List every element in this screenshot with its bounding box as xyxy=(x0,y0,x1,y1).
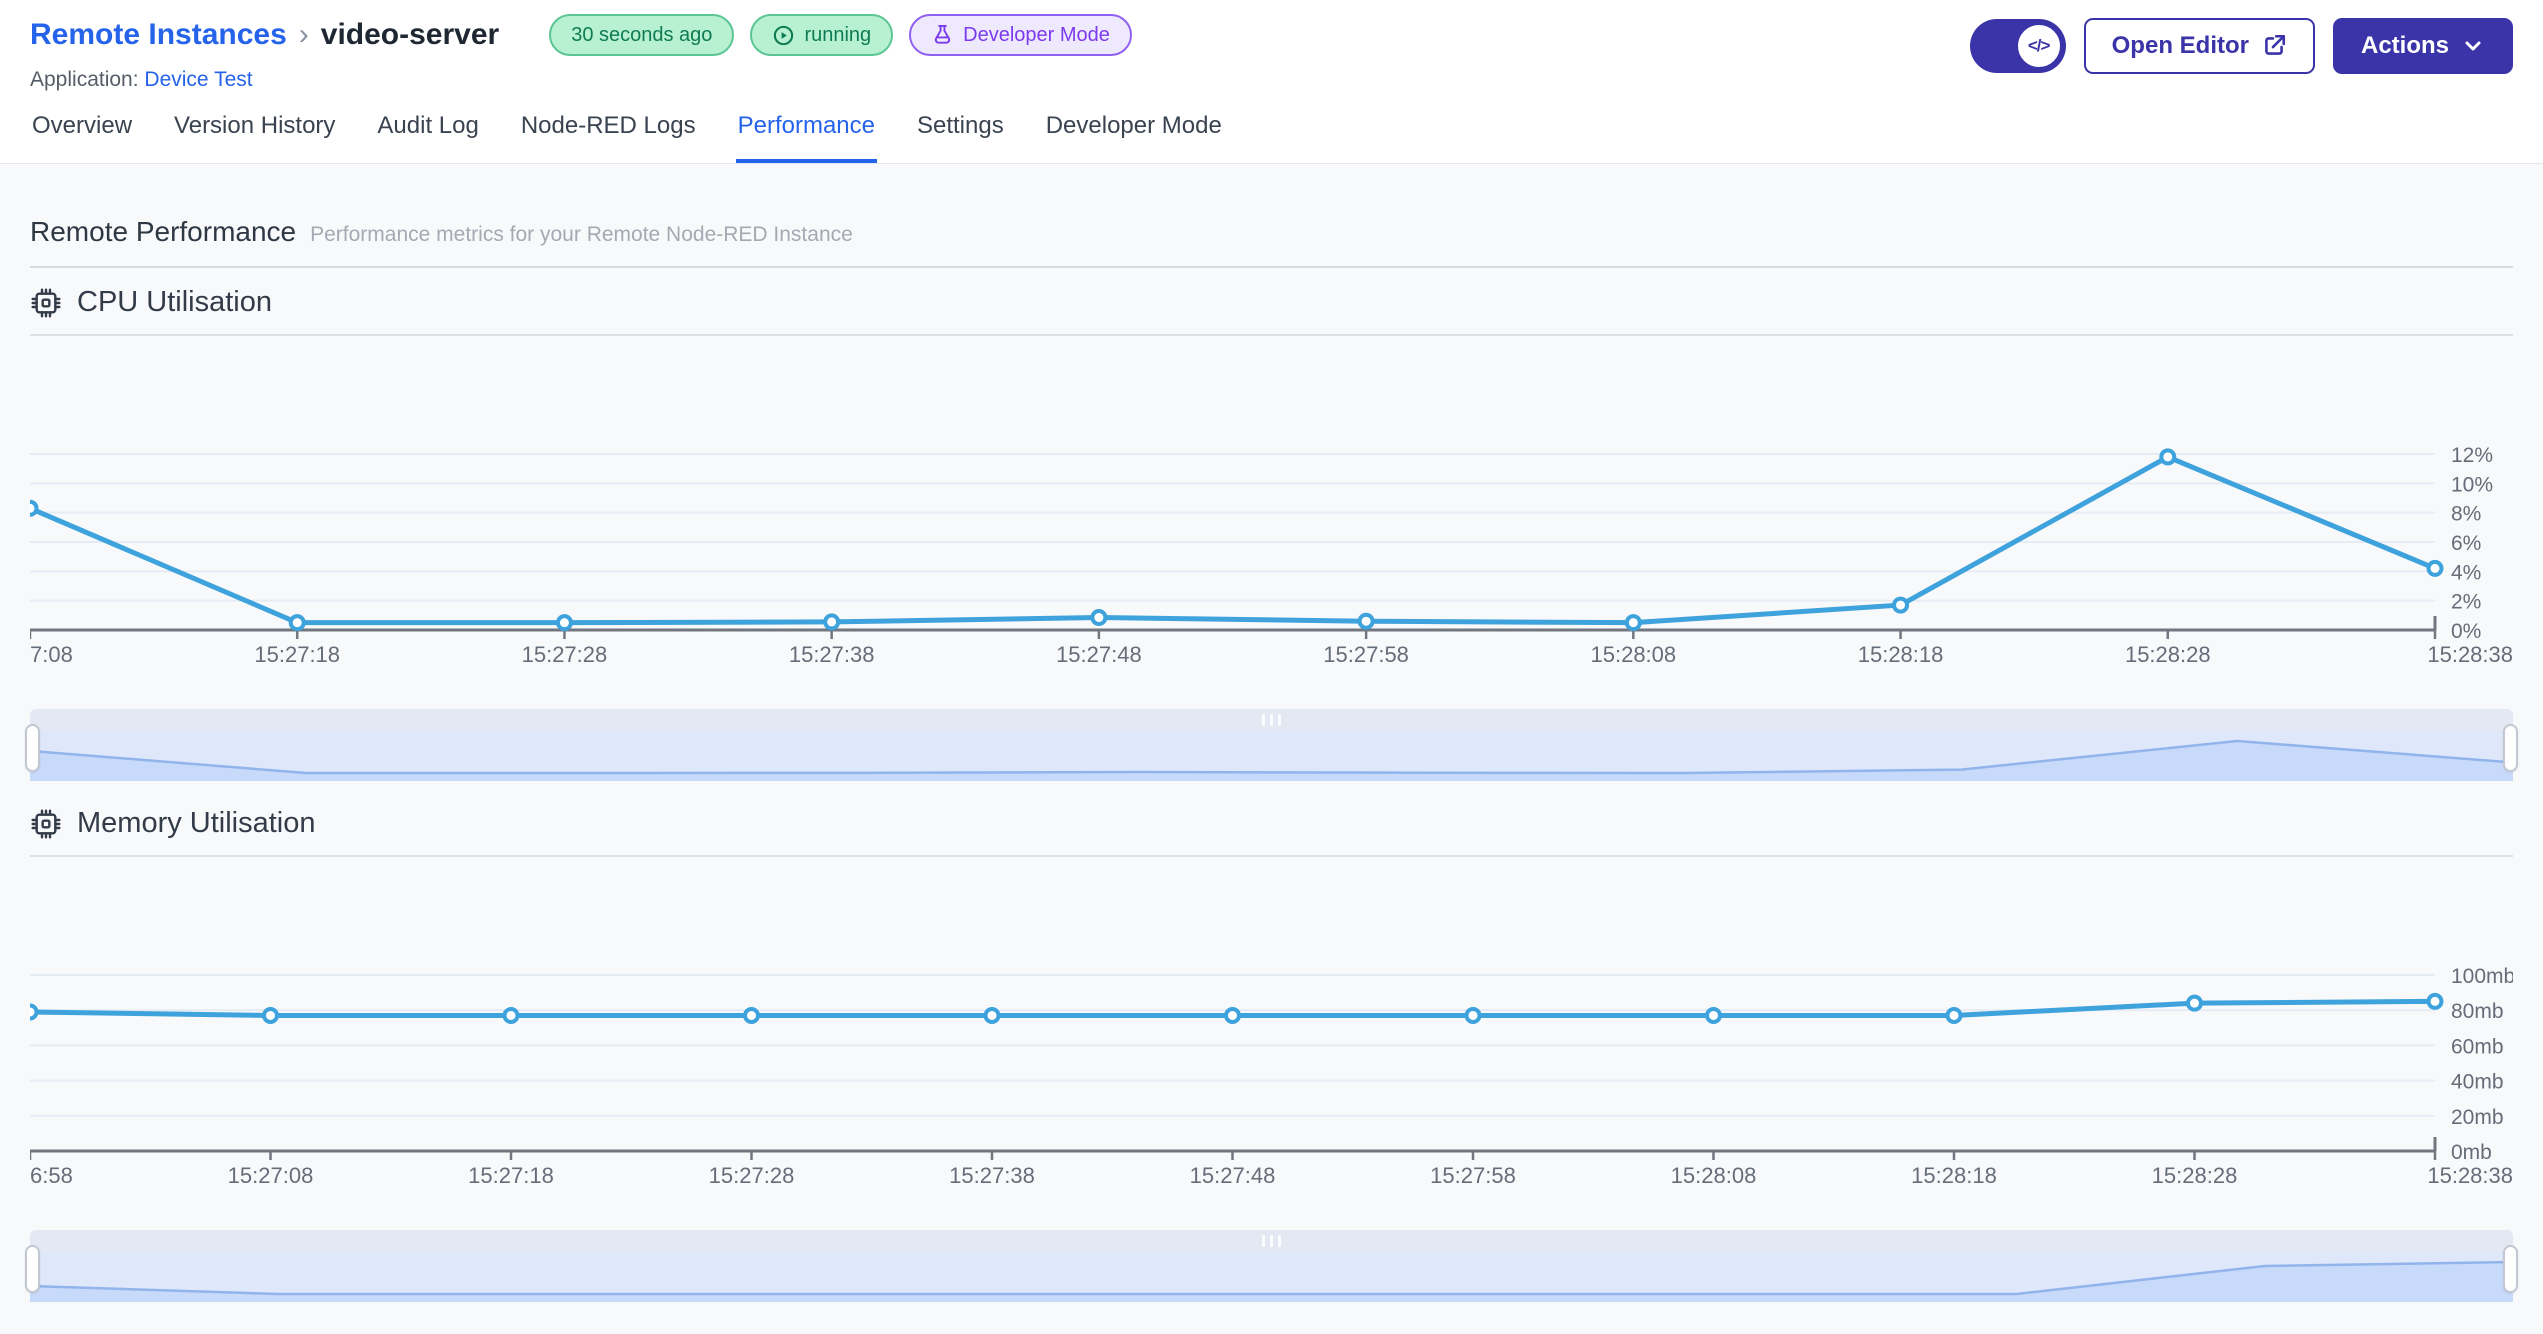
flask-icon xyxy=(935,24,951,44)
svg-text:10%: 10% xyxy=(2451,473,2493,496)
page-subtitle: Performance metrics for your Remote Node… xyxy=(310,223,853,246)
svg-text:15:28:08: 15:28:08 xyxy=(1591,642,1677,667)
memory-chart-title: Memory Utilisation xyxy=(77,807,316,839)
actions-label: Actions xyxy=(2360,32,2449,59)
memory-chart[interactable]: 0mb 20mb 40mb 60mb 80mb 100mb 6:58 15:27:08 15:2… xyxy=(30,859,2513,1197)
memory-brush-minichart xyxy=(30,1260,2513,1302)
cpu-chart-title: CPU Utilisation xyxy=(77,286,272,318)
application-row: Application: Device Test xyxy=(30,68,1132,92)
developer-mode-toggle[interactable]: </> xyxy=(1969,19,2066,73)
memory-brush-handle-left[interactable] xyxy=(25,1245,40,1293)
svg-text:15:28:28: 15:28:28 xyxy=(2125,642,2211,667)
cpu-brush xyxy=(25,709,2518,781)
svg-text:15:27:48: 15:27:48 xyxy=(1056,642,1142,667)
cpu-chip-icon xyxy=(31,287,61,318)
tab-settings[interactable]: Settings xyxy=(915,92,1006,163)
svg-text:8%: 8% xyxy=(2451,503,2481,526)
page-title: Remote Performance xyxy=(30,216,297,247)
cpu-brush-grip[interactable] xyxy=(30,709,2513,731)
divider xyxy=(30,855,2513,857)
topbar-left: Remote Instances › video-server 30 secon… xyxy=(30,14,1132,92)
tab-developer-mode[interactable]: Developer Mode xyxy=(1044,92,1224,163)
tab-version-history[interactable]: Version History xyxy=(172,92,337,163)
svg-text:0%: 0% xyxy=(2451,620,2481,643)
topbar-actions: </> Open Editor Actions xyxy=(1969,18,2513,74)
page: Remote Instances › video-server 30 secon… xyxy=(0,0,2543,1334)
svg-text:15:28:18: 15:28:18 xyxy=(1858,642,1944,667)
svg-text:15:27:38: 15:27:38 xyxy=(949,1163,1035,1188)
tab-overview[interactable]: Overview xyxy=(30,92,134,163)
topbar: Remote Instances › video-server 30 secon… xyxy=(0,0,2543,92)
cpu-chip-icon xyxy=(31,808,61,839)
tab-bar: Overview Version History Audit Log Node-… xyxy=(0,92,2543,164)
open-editor-button[interactable]: Open Editor xyxy=(2083,18,2315,74)
svg-text:15:28:38: 15:28:38 xyxy=(2427,642,2513,667)
last-seen-label: 30 seconds ago xyxy=(571,23,713,46)
cpu-brush-area[interactable] xyxy=(30,731,2513,781)
developer-mode-badge: Developer Mode xyxy=(909,14,1132,56)
play-circle-icon xyxy=(774,25,794,45)
memory-section-header: Memory Utilisation xyxy=(30,807,2513,840)
breadcrumb-current: video-server xyxy=(320,18,500,51)
memory-brush xyxy=(25,1230,2518,1302)
status-label: running xyxy=(804,23,872,46)
tab-performance[interactable]: Performance xyxy=(735,92,877,163)
actions-button[interactable]: Actions xyxy=(2332,18,2513,74)
cpu-brush-handle-left[interactable] xyxy=(25,724,40,772)
developer-mode-label: Developer Mode xyxy=(963,23,1110,46)
breadcrumb-parent-link[interactable]: Remote Instances xyxy=(30,18,287,52)
svg-text:15:28:18: 15:28:18 xyxy=(1911,1163,1997,1188)
svg-text:100mb: 100mb xyxy=(2451,965,2513,988)
status-badge: running xyxy=(750,14,894,56)
svg-text:15:28:08: 15:28:08 xyxy=(1671,1163,1757,1188)
cpu-section-header: CPU Utilisation xyxy=(30,286,2513,319)
code-icon: </> xyxy=(2015,23,2062,69)
svg-text:7:08: 7:08 xyxy=(30,642,73,667)
memory-brush-handle-right[interactable] xyxy=(2503,1245,2518,1293)
breadcrumb-separator: › xyxy=(298,18,309,51)
cpu-brush-minichart xyxy=(30,739,2513,781)
cpu-chart[interactable]: 0% 2% 4% 6% 8% 10% 12% 7:08 15:27:18 15:27:28 15:2… xyxy=(30,338,2513,676)
memory-brush-grip[interactable] xyxy=(30,1230,2513,1252)
svg-text:20mb: 20mb xyxy=(2451,1106,2504,1129)
svg-text:0mb: 0mb xyxy=(2451,1141,2492,1164)
svg-text:15:27:18: 15:27:18 xyxy=(254,642,340,667)
open-editor-label: Open Editor xyxy=(2111,32,2249,59)
svg-text:4%: 4% xyxy=(2451,561,2481,584)
svg-text:15:28:28: 15:28:28 xyxy=(2152,1163,2238,1188)
svg-text:6:58: 6:58 xyxy=(30,1163,73,1188)
tab-audit-log[interactable]: Audit Log xyxy=(375,92,480,163)
breadcrumb: Remote Instances › video-server 30 secon… xyxy=(30,14,1132,56)
svg-text:15:28:38: 15:28:38 xyxy=(2427,1163,2513,1188)
svg-text:15:27:58: 15:27:58 xyxy=(1323,642,1409,667)
svg-text:15:27:48: 15:27:48 xyxy=(1190,1163,1276,1188)
performance-panel: Remote Performance Performance metrics f… xyxy=(0,164,2543,1334)
tab-node-red-logs[interactable]: Node-RED Logs xyxy=(519,92,698,163)
svg-text:12%: 12% xyxy=(2451,444,2493,467)
application-label: Application: xyxy=(30,68,139,91)
svg-text:15:27:38: 15:27:38 xyxy=(789,642,875,667)
chevron-down-icon xyxy=(2465,41,2481,51)
svg-text:15:27:18: 15:27:18 xyxy=(468,1163,554,1188)
svg-text:15:27:08: 15:27:08 xyxy=(228,1163,314,1188)
divider xyxy=(30,334,2513,336)
application-link[interactable]: Device Test xyxy=(144,68,252,91)
svg-text:80mb: 80mb xyxy=(2451,1000,2504,1023)
svg-text:40mb: 40mb xyxy=(2451,1071,2504,1094)
svg-text:60mb: 60mb xyxy=(2451,1035,2504,1058)
last-seen-badge: 30 seconds ago xyxy=(549,14,735,56)
divider xyxy=(30,266,2513,268)
svg-text:15:27:28: 15:27:28 xyxy=(522,642,608,667)
memory-brush-area[interactable] xyxy=(30,1252,2513,1302)
external-link-icon xyxy=(2265,34,2286,55)
status-badges: 30 seconds ago running Developer Mode xyxy=(549,14,1132,56)
svg-text:15:27:58: 15:27:58 xyxy=(1430,1163,1516,1188)
svg-text:6%: 6% xyxy=(2451,532,2481,555)
cpu-brush-handle-right[interactable] xyxy=(2503,724,2518,772)
svg-text:15:27:28: 15:27:28 xyxy=(709,1163,795,1188)
svg-text:2%: 2% xyxy=(2451,591,2481,614)
